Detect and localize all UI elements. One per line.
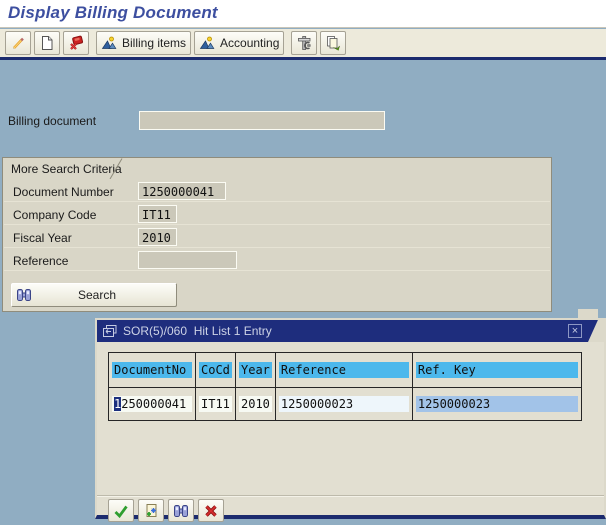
- company-code-label: Company Code: [13, 208, 97, 222]
- display-change-button[interactable]: [5, 31, 31, 55]
- document-number-input[interactable]: 1250000041: [138, 182, 226, 200]
- billing-items-label: Billing items: [122, 36, 187, 50]
- row-separator: [4, 201, 550, 202]
- overview-icon: [101, 36, 117, 49]
- more-search-criteria-panel: More Search Criteria Document Number 125…: [2, 157, 552, 312]
- column-header-refkey: Ref. Key: [415, 362, 578, 378]
- new-search-button[interactable]: [138, 499, 164, 522]
- billing-due-list-button[interactable]: [291, 31, 318, 55]
- cell-cocd[interactable]: IT11: [199, 396, 232, 412]
- search-button-label: Search: [77, 288, 117, 302]
- cancel-document-icon: [70, 35, 84, 50]
- billing-document-label: Billing document: [8, 114, 97, 128]
- document-number-label: Document Number: [13, 185, 114, 199]
- accounting-label: Accounting: [220, 36, 280, 50]
- tools-icon: [298, 36, 311, 50]
- search-button[interactable]: Search: [11, 283, 177, 307]
- cell-year[interactable]: 2010: [239, 396, 272, 412]
- dialog-body: DocumentNo CoCd Year Reference Ref. Key …: [97, 352, 604, 525]
- binoculars-icon: [17, 289, 31, 301]
- page-title: Display Billing Document: [8, 3, 218, 22]
- dialog-frame-corner: [578, 309, 598, 320]
- cell-document-no[interactable]: 1250000041: [112, 396, 192, 412]
- page-header: Display Billing Document: [0, 0, 606, 28]
- row-separator: [4, 270, 550, 271]
- reference-label: Reference: [13, 254, 69, 268]
- company-code-input[interactable]: IT11: [138, 205, 177, 223]
- row-separator: [4, 224, 550, 225]
- find-button[interactable]: [168, 499, 194, 522]
- cell-ref-key[interactable]: 1250000023: [415, 396, 578, 412]
- accounting-button[interactable]: Accounting: [194, 31, 285, 55]
- dialog-title: SOR(5)/060 Hit List 1 Entry: [123, 324, 272, 338]
- reference-input[interactable]: [138, 251, 237, 269]
- fiscal-year-label: Fiscal Year: [13, 231, 72, 245]
- fiscal-year-input[interactable]: 2010: [138, 228, 177, 246]
- output-button[interactable]: [320, 31, 347, 55]
- hit-list-dialog: SOR(5)/060 Hit List 1 Entry × DocumentNo…: [95, 309, 606, 522]
- new-search-icon: [146, 503, 157, 517]
- window-icon: [103, 325, 117, 337]
- pencil-icon: [13, 37, 24, 49]
- cancel-button[interactable]: [198, 499, 224, 522]
- column-header-cocd: CoCd: [199, 362, 232, 378]
- close-icon[interactable]: ×: [568, 324, 582, 338]
- confirm-button[interactable]: [108, 499, 134, 522]
- application-toolbar: Billing items Accounting: [0, 29, 606, 57]
- output-icon: [327, 36, 341, 51]
- binoculars-icon: [174, 504, 188, 517]
- panel-tab: More Search Criteria: [3, 158, 122, 179]
- red-x-icon: [205, 504, 217, 517]
- new-document-icon: [42, 36, 53, 50]
- row-separator: [4, 247, 550, 248]
- table-row: 1250000041 IT11 2010 1250000023 12500000…: [108, 387, 582, 421]
- table-header-row: DocumentNo CoCd Year Reference Ref. Key: [108, 352, 582, 388]
- billing-document-input[interactable]: [139, 111, 385, 130]
- billing-items-button[interactable]: Billing items: [96, 31, 192, 55]
- overview-icon: [199, 36, 215, 49]
- sap-window: Display Billing Document Billing items A…: [0, 0, 606, 525]
- column-header-year: Year: [239, 362, 272, 378]
- cell-reference[interactable]: 1250000023: [278, 396, 409, 412]
- dialog-footer: [97, 495, 604, 525]
- tab-slash-decoration: [109, 158, 123, 179]
- check-icon: [114, 505, 128, 518]
- column-header-documentno: DocumentNo: [112, 362, 192, 378]
- column-header-reference: Reference: [278, 362, 409, 378]
- other-document-button[interactable]: [34, 31, 60, 55]
- cancel-billing-button[interactable]: [63, 31, 89, 55]
- hit-list-table: DocumentNo CoCd Year Reference Ref. Key …: [108, 352, 582, 421]
- dialog-titlebar[interactable]: SOR(5)/060 Hit List 1 Entry ×: [97, 320, 604, 342]
- toolbar-separator: [0, 57, 606, 60]
